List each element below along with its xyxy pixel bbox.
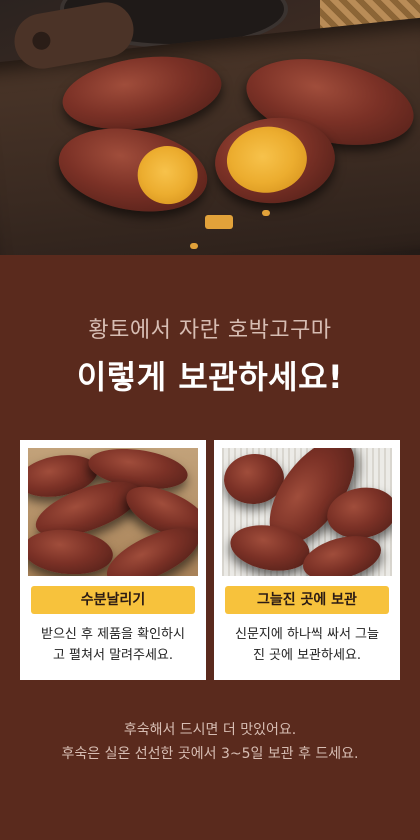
crumb: [190, 243, 198, 249]
card-label: 수분날리기: [31, 586, 195, 614]
card-description: 받으신 후 제품을 확인하시 고 펼쳐서 말려주세요.: [41, 627, 185, 663]
ripening-tip: 후숙해서 드시면 더 맛있어요. 후숙은 실온 선선한 곳에서 3~5일 보관 …: [0, 718, 420, 766]
sweet-potatoes-on-newspaper-photo: [222, 448, 392, 576]
subtitle: 황토에서 자란 호박고구마: [88, 318, 332, 343]
crumb: [262, 210, 270, 216]
card-label: 그늘진 곳에 보관: [225, 586, 389, 614]
potato-flesh: [224, 123, 310, 197]
tip-line: 후숙해서 드시면 더 맛있어요.: [123, 722, 297, 738]
hero-photo: [0, 0, 420, 255]
card-dry-moisture: 수분날리기 받으신 후 제품을 확인하시 고 펼쳐서 말려주세요.: [20, 440, 206, 680]
heading-area: 황토에서 자란 호박고구마 이렇게 보관하세요!: [0, 255, 420, 397]
page-title: 이렇게 보관하세요!: [76, 358, 344, 396]
sweet-potatoes-in-box-photo: [28, 448, 198, 576]
card-description: 신문지에 하나씩 싸서 그늘 진 곳에 보관하세요.: [235, 627, 379, 663]
card-shade-storage: 그늘진 곳에 보관 신문지에 하나씩 싸서 그늘 진 곳에 보관하세요.: [214, 440, 400, 680]
tip-line: 후숙은 실온 선선한 곳에서 3~5일 보관 후 드세요.: [61, 746, 359, 762]
storage-cards: 수분날리기 받으신 후 제품을 확인하시 고 펼쳐서 말려주세요. 그늘진 곳에…: [20, 440, 400, 680]
crumb: [205, 215, 233, 229]
